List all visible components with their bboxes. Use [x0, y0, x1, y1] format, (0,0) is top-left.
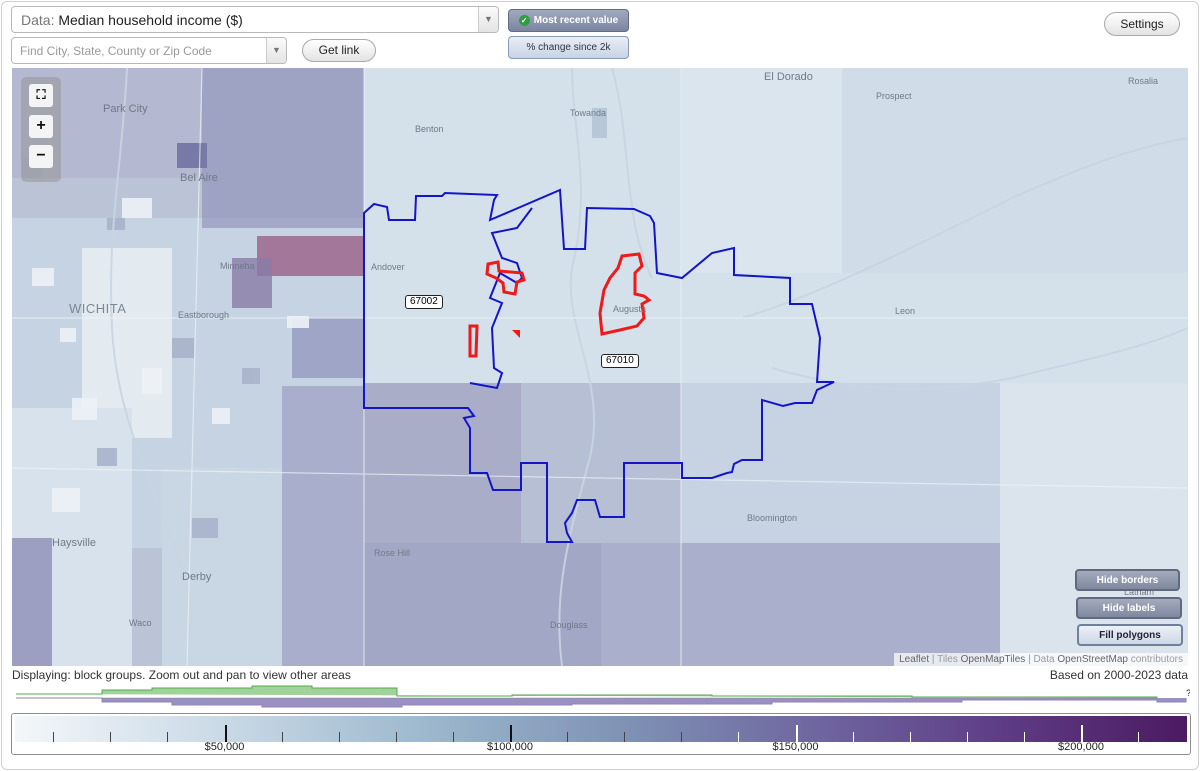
legend-tick: [395, 732, 397, 742]
place-label: Bel Aire: [180, 172, 218, 184]
data-years: Based on 2000-2023 data: [1049, 668, 1188, 682]
color-legend: $50,000 $100,000 $150,000 $200,000: [11, 713, 1191, 755]
legend-tick: [966, 732, 968, 742]
legend-tick: [53, 732, 55, 742]
histogram: ?: [16, 685, 1190, 708]
legend-label: $150,000: [772, 741, 819, 753]
legend-tick: [681, 732, 683, 742]
place-label: Leon: [895, 306, 916, 316]
openmaptiles-link[interactable]: OpenMapTiles: [961, 654, 1026, 665]
legend-tick: [224, 725, 227, 742]
chevron-down-icon[interactable]: ▼: [266, 38, 286, 63]
data-select[interactable]: Data: Median household income ($) ▼: [11, 6, 499, 33]
legend-tick: [909, 732, 911, 742]
legend-tick: [567, 732, 569, 742]
data-select-value: Median household income ($): [58, 12, 243, 28]
legend-gradient: [15, 716, 1187, 742]
legend-tick: [1023, 732, 1025, 742]
legend-label: $100,000: [487, 741, 533, 753]
fit-bounds-icon[interactable]: ⛶: [29, 84, 53, 107]
legend-tick: [1081, 725, 1083, 742]
place-label: Benton: [415, 124, 444, 134]
place-label: Eastborough: [178, 310, 230, 320]
place-label: Haysville: [52, 537, 97, 549]
place-label: Towanda: [570, 108, 607, 118]
legend-tick: [510, 725, 512, 742]
place-label: Waco: [129, 618, 152, 628]
attribution-text: | Tiles: [929, 654, 961, 665]
search-input[interactable]: [20, 42, 260, 59]
legend-tick: [852, 732, 854, 742]
leaflet-link[interactable]: Leaflet: [899, 654, 929, 665]
attribution-text: contributors: [1127, 654, 1183, 665]
zoom-out-button[interactable]: −: [29, 145, 53, 168]
legend-tick: [167, 732, 169, 742]
place-label: Bloomington: [747, 513, 798, 523]
attribution-text: | Data: [1025, 654, 1058, 665]
place-label: El Dorado: [764, 71, 813, 83]
place-label: Derby: [182, 571, 212, 583]
legend-label: $200,000: [1058, 741, 1104, 753]
chevron-down-icon[interactable]: ▼: [478, 7, 498, 32]
place-label: WICHITA: [69, 301, 127, 316]
place-label: Rosalia: [1128, 76, 1159, 86]
search-box[interactable]: ▼: [11, 37, 287, 64]
zip-label[interactable]: 67002: [405, 295, 443, 309]
place-label: Andover: [371, 262, 405, 272]
data-select-prefix: Data:: [21, 12, 55, 28]
map-view[interactable]: El Dorado Rosalia Prospect Park City Tow…: [12, 68, 1188, 666]
zoom-control: ⛶ + −: [21, 77, 61, 182]
zip-label[interactable]: 67010: [601, 354, 639, 368]
place-label: Park City: [103, 103, 148, 115]
openstreetmap-link[interactable]: OpenStreetMap: [1057, 654, 1128, 665]
get-link-button[interactable]: Get link: [302, 39, 376, 62]
help-icon[interactable]: ?: [1186, 688, 1190, 698]
place-label: Prospect: [876, 91, 912, 101]
legend-tick: [281, 732, 283, 742]
settings-button[interactable]: Settings: [1104, 12, 1180, 36]
check-icon: ✓: [518, 14, 530, 26]
legend-tick: [338, 732, 340, 742]
most-recent-value-toggle[interactable]: ✓ Most recent value: [508, 9, 629, 32]
place-label: Minneha: [220, 261, 255, 271]
legend-tick: [1138, 732, 1140, 742]
zoom-in-button[interactable]: +: [29, 115, 53, 138]
map-attribution: Leaflet | Tiles OpenMapTiles | Data Open…: [894, 653, 1188, 666]
legend-tick: [795, 725, 798, 742]
fill-polygons-button[interactable]: Fill polygons: [1077, 624, 1183, 646]
most-recent-label: Most recent value: [533, 15, 619, 26]
place-label: Rose Hill: [374, 548, 411, 558]
pct-change-toggle[interactable]: % change since 2k: [508, 36, 629, 59]
hide-borders-button[interactable]: Hide borders: [1075, 569, 1180, 591]
legend-tick: [452, 732, 454, 742]
legend-tick: [738, 732, 740, 742]
display-status: Displaying: block groups. Zoom out and p…: [12, 668, 351, 682]
place-label: Douglass: [550, 620, 588, 630]
legend-tick: [624, 732, 626, 742]
legend-label: $50,000: [204, 741, 245, 753]
hide-labels-button[interactable]: Hide labels: [1076, 597, 1182, 619]
legend-tick: [110, 732, 112, 742]
place-label: Augusta: [613, 304, 647, 314]
